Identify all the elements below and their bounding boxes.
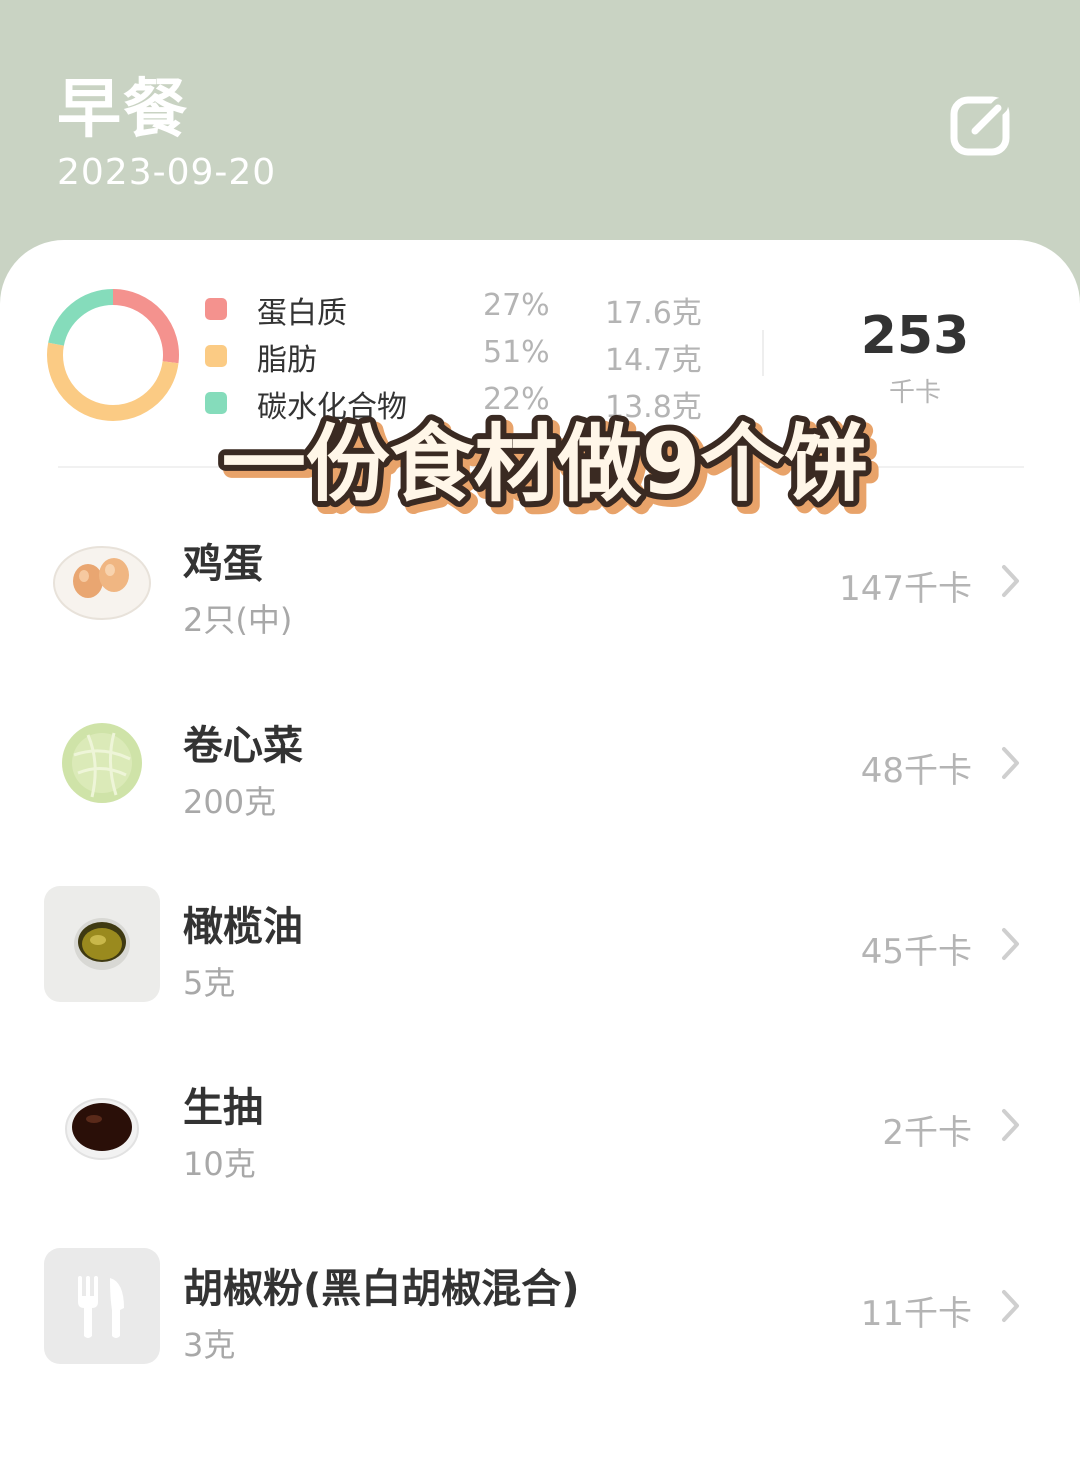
food-quantity: 2只(中) — [183, 601, 293, 639]
legend-amount: 14.7克 — [605, 343, 702, 378]
food-quantity: 3克 — [183, 1326, 236, 1364]
page-title: 早餐 — [57, 73, 189, 147]
legend-name: 蛋白质 — [257, 296, 347, 331]
meal-date: 2023-09-20 — [57, 152, 277, 193]
food-name: 卷心菜 — [183, 723, 303, 769]
edit-square-icon — [950, 96, 1010, 156]
total-calories-unit: 千卡 — [888, 378, 941, 408]
legend-percent: 51% — [483, 335, 550, 370]
legend-row-protein: 蛋白质 27% 17.6克 — [205, 288, 725, 331]
food-calories: 2千卡 — [882, 1113, 972, 1153]
donut-segment-carbs — [48, 289, 114, 346]
eggs-photo — [44, 523, 160, 639]
caption-text: 一份食材做9个饼 — [222, 415, 868, 513]
food-quantity: 200克 — [183, 783, 277, 821]
food-calories: 11千卡 — [860, 1294, 972, 1334]
total-calories: 253 — [860, 306, 970, 366]
food-name: 生抽 — [183, 1085, 263, 1131]
food-item-olive-oil[interactable]: 橄榄油 5克 45千卡 — [0, 886, 1080, 1036]
food-item-pepper[interactable]: 胡椒粉(黑白胡椒混合) 3克 11千卡 — [0, 1248, 1080, 1398]
food-calories: 147千卡 — [839, 569, 972, 609]
chevron-right-icon — [1002, 747, 1019, 779]
chevron-right-icon — [1002, 928, 1019, 960]
overlay-caption: 一份食材做9个饼 一份食材做9个饼 一份食材做9个饼 — [216, 409, 881, 525]
food-quantity: 10克 — [183, 1145, 256, 1183]
edit-button[interactable] — [948, 92, 1014, 158]
legend-percent: 27% — [483, 288, 550, 323]
food-name: 鸡蛋 — [183, 541, 263, 587]
food-calories: 48千卡 — [860, 751, 972, 791]
legend-amount: 17.6克 — [605, 296, 702, 331]
food-name: 胡椒粉(黑白胡椒混合) — [183, 1266, 580, 1312]
legend-row-fat: 脂肪 51% 14.7克 — [205, 335, 725, 378]
chevron-right-icon — [1002, 1109, 1019, 1141]
macro-donut-chart — [47, 289, 179, 421]
olive-oil-photo — [44, 886, 160, 1002]
food-calories: 45千卡 — [860, 932, 972, 972]
food-quantity: 5克 — [183, 964, 236, 1002]
fork-knife-icon — [44, 1248, 160, 1364]
food-item-egg[interactable]: 鸡蛋 2只(中) 147千卡 — [0, 523, 1080, 673]
cabbage-photo — [44, 705, 160, 821]
food-name: 橄榄油 — [183, 904, 303, 950]
fat-color-dot — [205, 345, 227, 367]
soy-sauce-photo — [44, 1067, 160, 1183]
chevron-right-icon — [1002, 1290, 1019, 1322]
protein-color-dot — [205, 298, 227, 320]
food-item-soy-sauce[interactable]: 生抽 10克 2千卡 — [0, 1067, 1080, 1217]
summary-divider — [762, 330, 764, 376]
meal-header: 早餐 2023-09-20 — [0, 0, 1080, 260]
chevron-right-icon — [1002, 565, 1019, 597]
food-item-cabbage[interactable]: 卷心菜 200克 48千卡 — [0, 705, 1080, 855]
donut-segment-protein — [112, 289, 179, 364]
donut-segment-fat — [47, 342, 179, 421]
legend-name: 脂肪 — [257, 343, 317, 378]
